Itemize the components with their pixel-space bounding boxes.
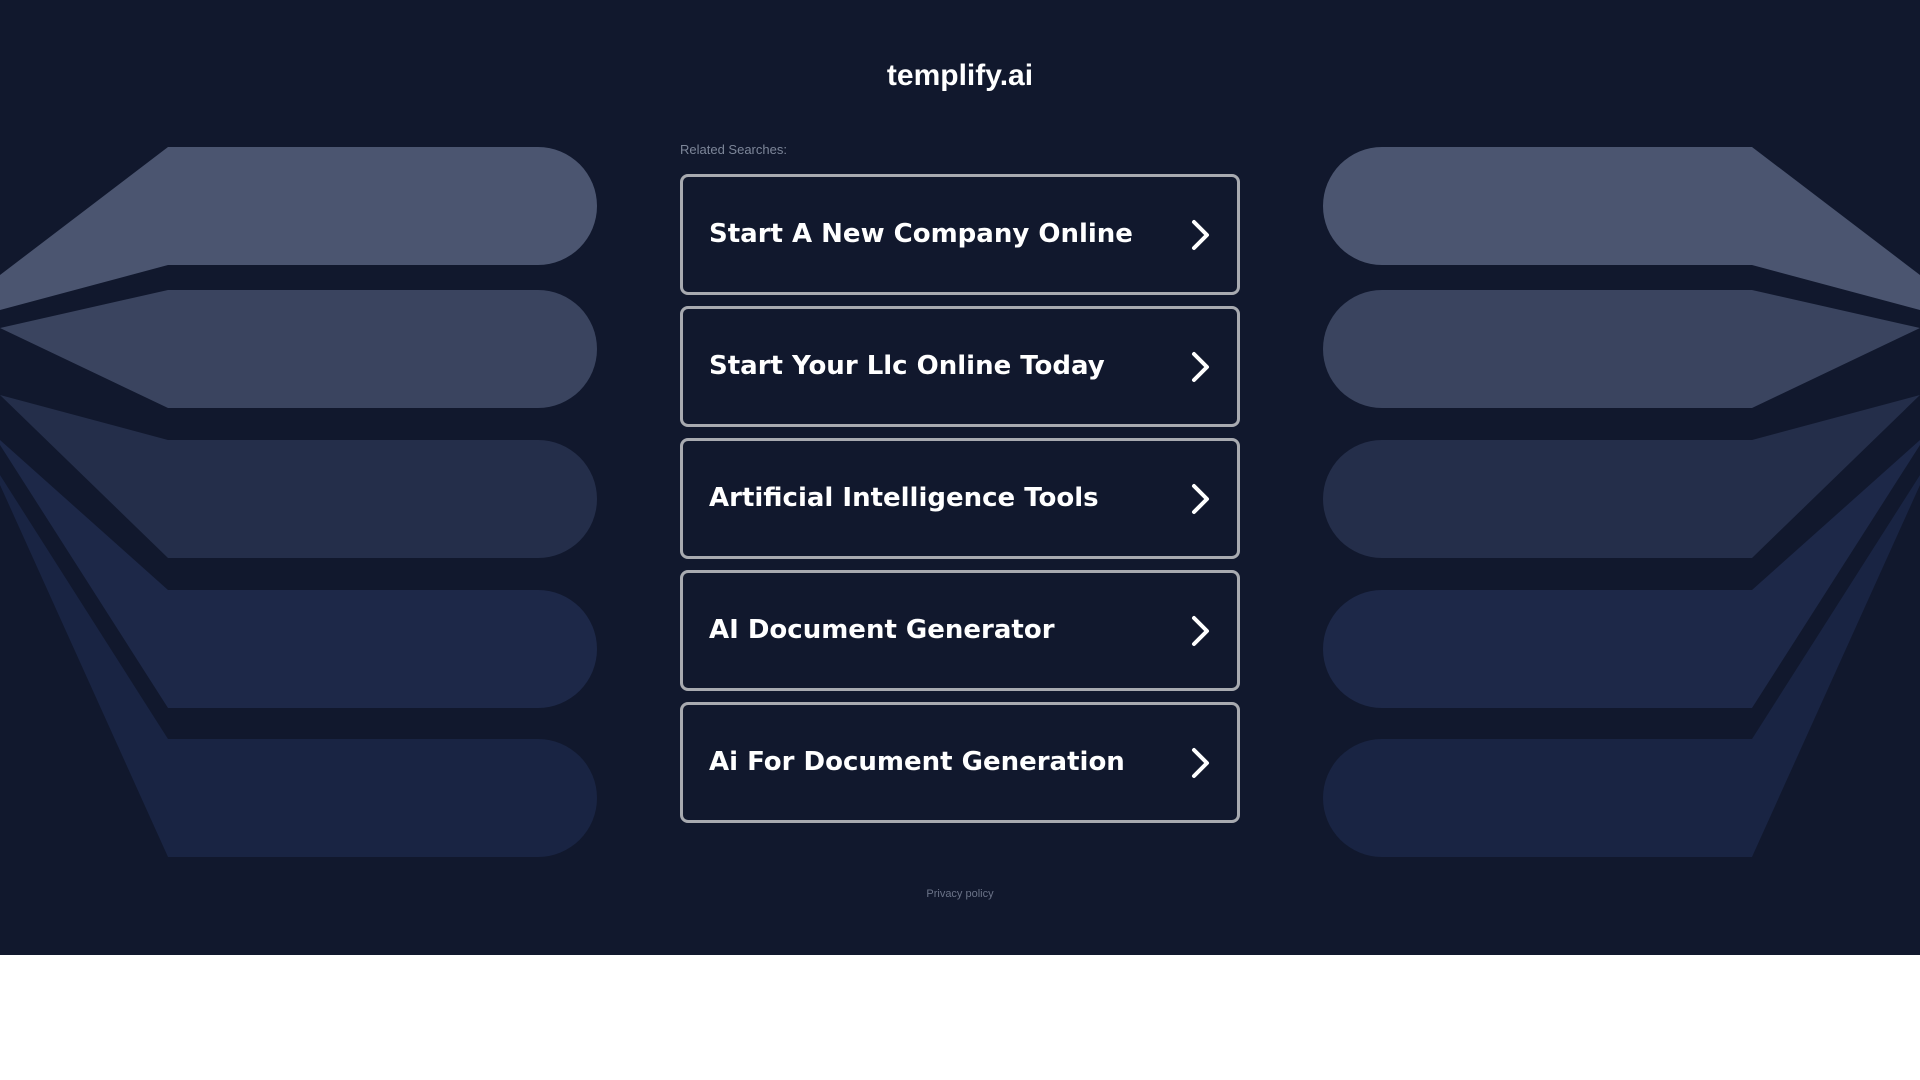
related-search-link[interactable]: AI Document Generator <box>680 570 1240 691</box>
related-search-link[interactable]: Start Your Llc Online Today <box>680 306 1240 427</box>
related-search-label: Start Your Llc Online Today <box>709 351 1105 381</box>
domain-title: templify.ai <box>886 59 1034 92</box>
chevron-right-icon <box>1192 616 1209 646</box>
right-band-2 <box>1323 290 1920 408</box>
chevron-right-icon <box>1192 484 1209 514</box>
related-searches-list: Start A New Company Online Start Your Ll… <box>680 174 1240 834</box>
related-search-link[interactable]: Ai For Document Generation <box>680 702 1240 823</box>
related-search-link[interactable]: Start A New Company Online <box>680 174 1240 295</box>
right-band-1 <box>1323 147 1920 310</box>
related-search-link[interactable]: Artificial Intelligence Tools <box>680 438 1240 559</box>
related-search-label: AI Document Generator <box>709 615 1055 645</box>
related-search-label: Artificial Intelligence Tools <box>709 483 1099 513</box>
privacy-policy-link[interactable]: Privacy policy <box>0 887 1920 901</box>
related-search-label: Start A New Company Online <box>709 219 1133 249</box>
related-searches-label: Related Searches: <box>680 142 787 157</box>
parked-page: templify.ai Related Searches: Start A Ne… <box>0 0 1920 955</box>
chevron-right-icon <box>1192 352 1209 382</box>
chevron-right-icon <box>1192 748 1209 778</box>
chevron-right-icon <box>1192 220 1209 250</box>
related-search-label: Ai For Document Generation <box>709 747 1125 777</box>
left-band-2 <box>0 290 597 408</box>
left-band-1 <box>0 147 597 310</box>
